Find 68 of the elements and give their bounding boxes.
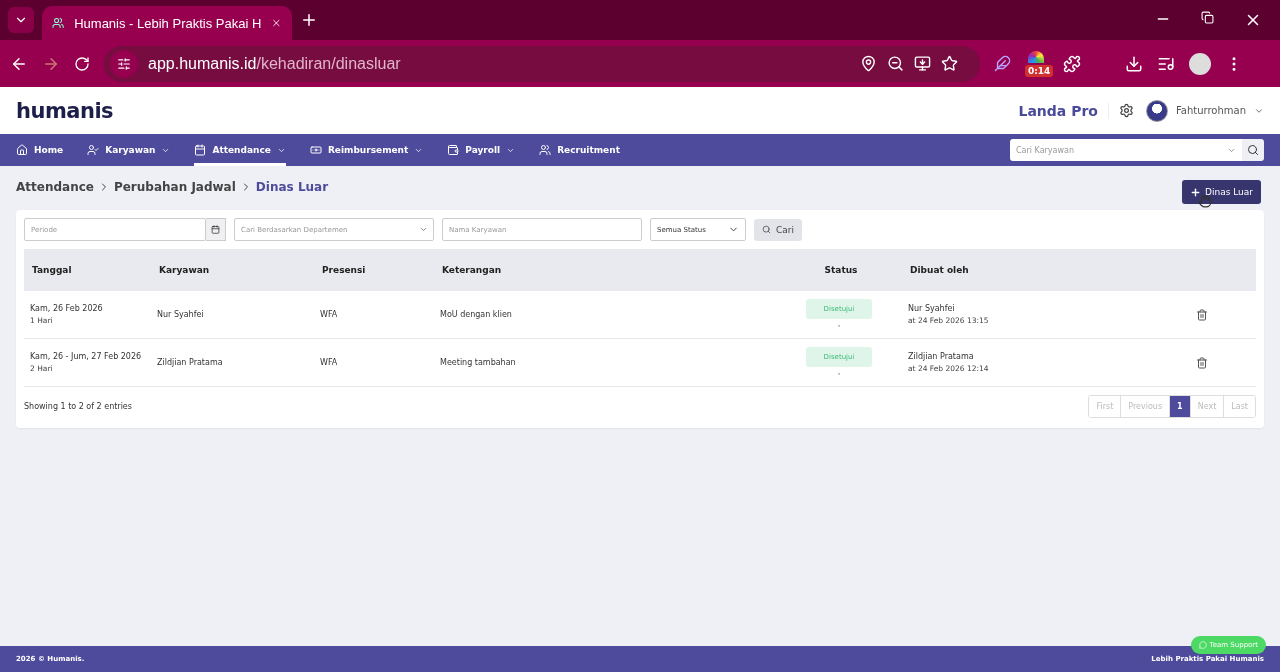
nav-item[interactable]: Attendance xyxy=(194,134,286,166)
address-bar[interactable]: app.humanis.id/kehadiran/dinasluar xyxy=(104,45,980,82)
plus-icon xyxy=(1190,186,1201,198)
calendar-icon xyxy=(211,225,220,234)
creator-name: Nur Syahfei xyxy=(908,304,956,313)
search-icon xyxy=(1247,144,1259,156)
wallet-icon xyxy=(447,144,460,156)
chat-icon xyxy=(1198,641,1207,649)
employee-name: Zildjian Pratama xyxy=(157,358,224,367)
nav-item[interactable]: Home xyxy=(16,134,64,166)
caret-icon xyxy=(419,225,428,234)
calendar-icon xyxy=(194,144,207,156)
note-text: MoU dengan klien xyxy=(440,310,513,319)
home-icon xyxy=(16,144,28,156)
new-tab-icon[interactable] xyxy=(300,11,318,29)
column-header: Tanggal xyxy=(32,265,73,275)
column-header: Dibuat oleh xyxy=(910,265,970,275)
site-settings-icon[interactable] xyxy=(110,49,138,78)
user-avatar xyxy=(1145,99,1168,122)
nav-item[interactable]: Karyawan xyxy=(87,134,171,166)
delete-icon[interactable] xyxy=(1196,308,1208,321)
favicon-icon xyxy=(52,15,65,31)
download-icon[interactable] xyxy=(1125,54,1143,73)
extension-icon[interactable] xyxy=(1028,50,1044,63)
column-header: Keterangan xyxy=(442,265,503,275)
column-header: Presensi xyxy=(322,265,367,275)
date-text: Kam, 26 - Jum, 27 Feb 2026 xyxy=(30,352,143,361)
nav-item[interactable]: Payroll xyxy=(447,134,516,166)
column-header: Karyawan xyxy=(159,265,211,275)
location-icon[interactable] xyxy=(860,55,877,72)
search-icon xyxy=(762,225,771,234)
extensions-icon[interactable] xyxy=(1063,54,1081,73)
search-button[interactable]: Cari xyxy=(754,218,802,241)
feather-icon[interactable] xyxy=(994,55,1011,72)
breadcrumb-link[interactable]: Dinas Luar xyxy=(255,180,329,194)
presence-text: WFA xyxy=(320,358,339,367)
settings-icon[interactable] xyxy=(1118,103,1134,118)
column-header: Status xyxy=(823,265,859,275)
date-text: Kam, 26 Feb 2026 xyxy=(30,304,104,313)
breadcrumb-link[interactable]: Attendance xyxy=(16,180,94,194)
entries-info: Showing 1 to 2 of 2 entries xyxy=(24,402,132,411)
restore-icon[interactable] xyxy=(1201,11,1214,24)
user-menu[interactable]: Fahturrohman xyxy=(1175,105,1246,116)
zoom-out-icon[interactable] xyxy=(887,55,904,72)
breadcrumb-link[interactable]: Perubahan Jadwal xyxy=(113,180,236,194)
calendar-button[interactable] xyxy=(206,218,226,241)
users-icon xyxy=(539,144,552,156)
nav-item[interactable]: Recruitment xyxy=(539,134,620,166)
bookmark-icon[interactable] xyxy=(941,55,958,72)
user-check-icon xyxy=(87,144,100,156)
install-icon[interactable] xyxy=(914,55,931,72)
presence-text: WFA xyxy=(320,310,339,319)
employee-name: Nur Syahfei xyxy=(157,310,205,319)
company-name: Landa Pro xyxy=(1018,102,1109,119)
delete-icon[interactable] xyxy=(1196,356,1208,369)
page-button[interactable]: 1 xyxy=(1170,396,1191,417)
search-button[interactable] xyxy=(1242,139,1264,161)
tab-list-button[interactable] xyxy=(8,7,34,33)
note-text: Meeting tambahan xyxy=(440,358,517,367)
profile-avatar[interactable] xyxy=(1189,52,1211,75)
hand-cursor-icon xyxy=(1198,194,1212,208)
browser-tab[interactable]: Humanis - Lebih Praktis Pakai H xyxy=(42,6,292,40)
banknote-icon xyxy=(309,144,322,156)
creator-name: Zildjian Pratama xyxy=(908,352,975,361)
timer-badge: 0:14 xyxy=(1025,64,1054,77)
logo: humanis xyxy=(16,98,114,123)
reload-icon[interactable] xyxy=(74,55,90,72)
nav-item[interactable]: Reimbursement xyxy=(309,134,424,166)
